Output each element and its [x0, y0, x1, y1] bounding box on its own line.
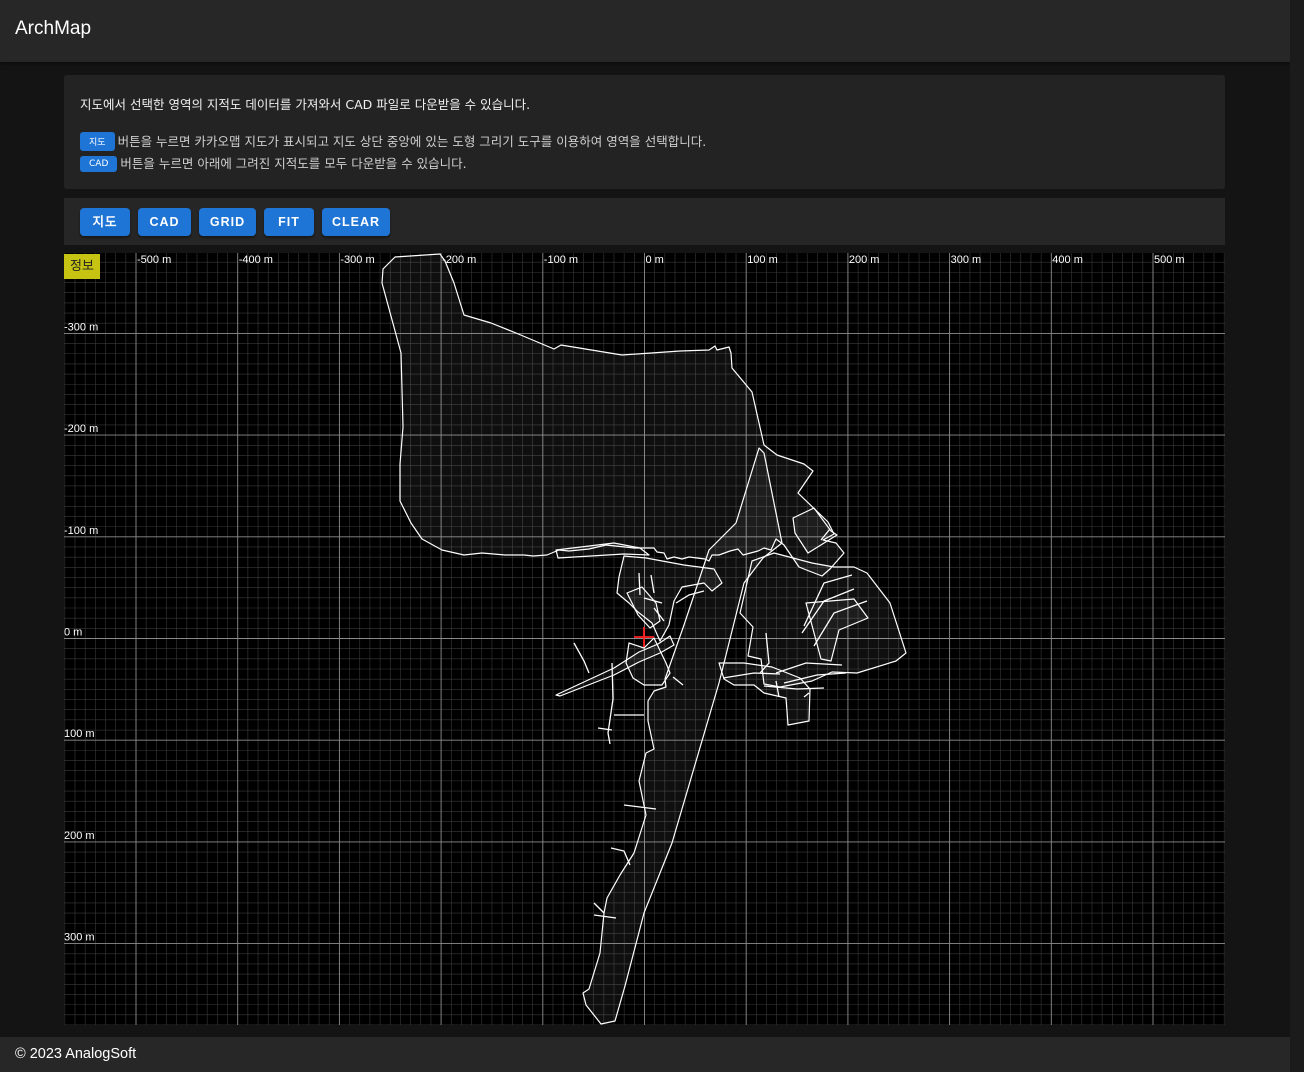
intro-text: 지도에서 선택한 영역의 지적도 데이터를 가져와서 CAD 파일로 다운받을 … — [80, 97, 531, 112]
cad-viewport[interactable]: -500 m -400 m -300 m -200 m -100 m 0 m 100 m 20… — [64, 253, 1225, 1025]
x-axis-tick-label: 400 m — [1052, 254, 1083, 266]
cad-help-text: 버튼을 누르면 아래에 그려진 지적도를 모두 다운받을 수 있습니다. — [120, 156, 467, 171]
app-title: ArchMap — [15, 18, 92, 39]
x-axis-tick-label: -500 m — [137, 254, 171, 266]
x-axis-tick-label: 300 m — [951, 254, 982, 266]
info-card: 지도에서 선택한 영역의 지적도 데이터를 가져와서 CAD 파일로 다운받을 … — [64, 75, 1225, 189]
x-axis-tick-label: 0 m — [646, 254, 664, 266]
cad-button[interactable]: CAD — [138, 208, 191, 236]
y-axis-tick-label: 0 m — [64, 627, 82, 639]
copyright-text: © 2023 AnalogSoft — [15, 1046, 137, 1062]
y-axis-tick-label: -100 m — [64, 525, 98, 537]
app-bar: ArchMap — [0, 0, 1290, 62]
road-line — [593, 902, 605, 914]
map-help-text: 버튼을 누르면 카카오맵 지도가 표시되고 지도 상단 중앙에 있는 도형 그리… — [117, 134, 707, 149]
toolbar: 지도 CAD GRID FIT CLEAR — [64, 198, 1225, 245]
x-axis-tick-label: 100 m — [747, 254, 778, 266]
clear-button[interactable]: CLEAR — [322, 208, 390, 236]
road-line — [573, 642, 590, 674]
y-axis-tick-label: 300 m — [64, 932, 95, 944]
footer: © 2023 AnalogSoft — [0, 1037, 1290, 1072]
x-axis-tick-label: -300 m — [340, 254, 374, 266]
map-chip: 지도 — [80, 132, 115, 151]
fit-button[interactable]: FIT — [264, 208, 314, 236]
y-axis-tick-label: 200 m — [64, 830, 95, 842]
cad-help-line: CAD 버튼을 누르면 아래에 그려진 지적도를 모두 다운받을 수 있습니다. — [80, 153, 467, 173]
y-axis-tick-label: -300 m — [64, 321, 98, 333]
cadastral-canvas[interactable]: -500 m -400 m -300 m -200 m -100 m 0 m 100 m 20… — [64, 253, 1225, 1025]
y-axis-tick-label: 100 m — [64, 728, 95, 740]
x-axis-tick-label: -200 m — [442, 254, 476, 266]
x-axis-tick-label: -400 m — [239, 254, 273, 266]
cad-chip: CAD — [80, 155, 118, 172]
scrollbar-track[interactable] — [1290, 0, 1304, 1072]
x-axis-tick-label: 500 m — [1154, 254, 1185, 266]
info-badge[interactable]: 정보 — [64, 254, 100, 279]
grid-button[interactable]: GRID — [199, 208, 256, 236]
x-axis-tick-label: -100 m — [544, 254, 578, 266]
x-axis-tick-label: 200 m — [849, 254, 880, 266]
y-axis-tick-label: -200 m — [64, 423, 98, 435]
road-line — [597, 727, 613, 731]
map-button[interactable]: 지도 — [80, 208, 130, 236]
map-help-line: 지도 버튼을 누르면 카카오맵 지도가 표시되고 지도 상단 중앙에 있는 도형 … — [80, 131, 706, 152]
